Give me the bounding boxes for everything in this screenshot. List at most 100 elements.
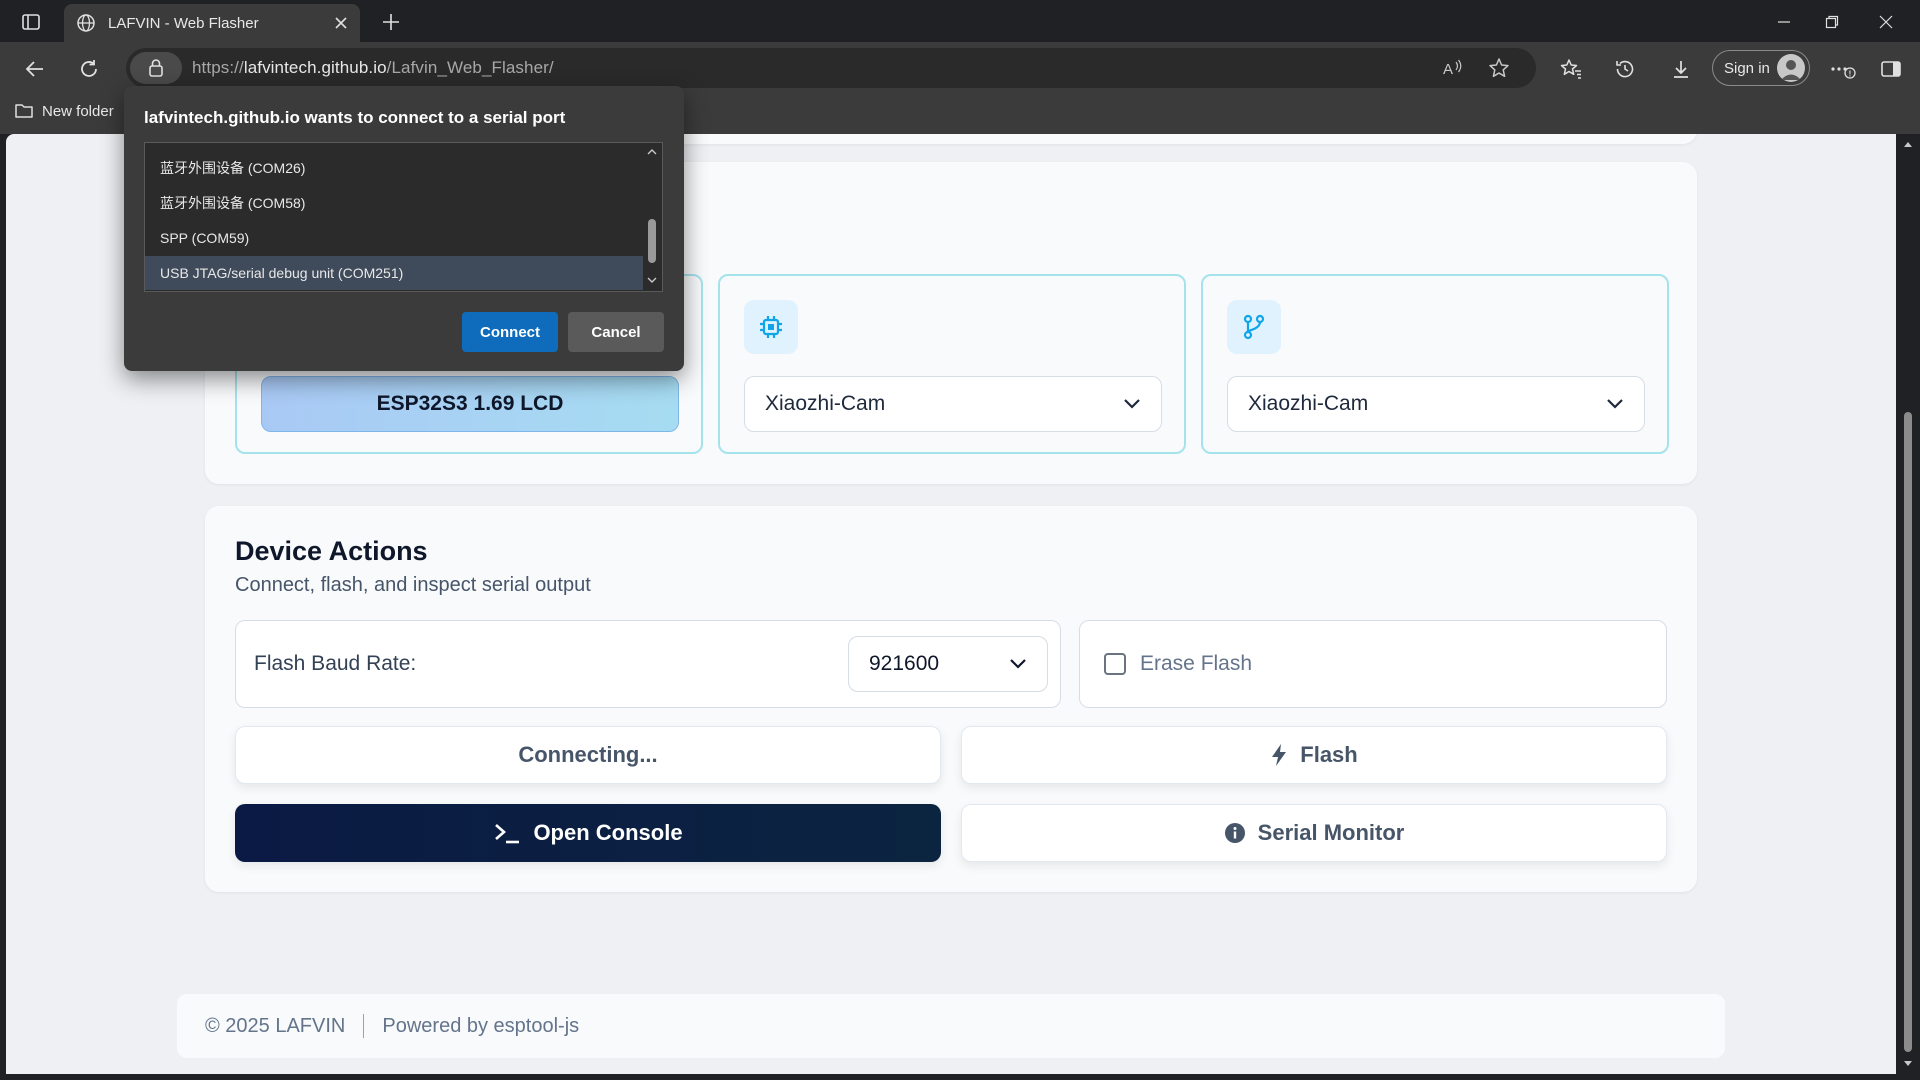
device-actions-card: Device Actions Connect, flash, and inspe… — [205, 506, 1697, 892]
branch-select-value: Xiaozhi-Cam — [1248, 392, 1369, 415]
close-window-button[interactable] — [1862, 6, 1910, 38]
port-list: 蓝牙外围设备 (COM26) 蓝牙外围设备 (COM58) SPP (COM59… — [144, 142, 663, 292]
more-icon: ! — [1831, 67, 1856, 79]
settings-more-button[interactable]: ! — [1826, 52, 1860, 86]
branch-icon-badge — [1227, 300, 1281, 354]
board-select-button[interactable]: ESP32S3 1.69 LCD — [261, 376, 679, 432]
baud-rate-box: Flash Baud Rate: 921600 — [235, 620, 1061, 708]
tab-bar: LAFVIN - Web Flasher — [0, 0, 1920, 42]
favorites-button[interactable] — [1554, 52, 1588, 86]
erase-flash-box[interactable]: Erase Flash — [1079, 620, 1667, 708]
sidebar-icon — [1881, 61, 1901, 77]
port-list-scroll-thumb[interactable] — [648, 219, 656, 263]
baud-rate-label: Flash Baud Rate: — [254, 652, 417, 675]
flash-button[interactable]: Flash — [961, 726, 1667, 784]
chevron-down-icon — [1010, 659, 1026, 669]
scroll-thumb[interactable] — [1904, 412, 1912, 1052]
scroll-up-icon[interactable] — [1903, 140, 1913, 148]
site-info-button[interactable] — [130, 52, 182, 84]
restore-button[interactable] — [1808, 6, 1856, 38]
close-icon — [1879, 15, 1893, 29]
serial-monitor-button[interactable]: Serial Monitor — [961, 804, 1667, 862]
bookmark-folder-label: New folder — [42, 102, 114, 120]
dialog-cancel-button[interactable]: Cancel — [568, 312, 664, 352]
footer-powered-by: Powered by esptool-js — [382, 1014, 580, 1037]
baud-rate-value: 921600 — [869, 652, 940, 675]
branch-select-box: Xiaozhi-Cam — [1201, 274, 1669, 454]
chip-select-dropdown[interactable]: Xiaozhi-Cam — [744, 376, 1162, 432]
footer-separator — [363, 1014, 365, 1038]
bookmark-folder[interactable]: New folder — [14, 102, 114, 120]
footer-copyright: © 2025 LAFVIN — [205, 1014, 346, 1037]
page-scrollbar[interactable] — [1896, 134, 1920, 1080]
lock-icon — [149, 59, 163, 77]
device-actions-title: Device Actions — [235, 536, 428, 566]
history-button[interactable] — [1608, 52, 1642, 86]
tab-actions-button[interactable] — [14, 9, 48, 35]
read-aloud-icon[interactable]: A — [1442, 58, 1464, 78]
flash-button-label: Flash — [1300, 742, 1358, 767]
tab-actions-icon — [22, 14, 40, 30]
favorites-icon — [1560, 59, 1581, 79]
device-actions-subtitle: Connect, flash, and inspect serial outpu… — [235, 574, 591, 596]
url-path: /Lafvin_Web_Flasher/ — [386, 58, 554, 77]
address-bar[interactable]: https://lafvintech.github.io/Lafvin_Web_… — [126, 48, 1536, 88]
minimize-icon — [1778, 21, 1790, 23]
sign-in-label: Sign in — [1724, 59, 1770, 77]
baud-rate-select[interactable]: 921600 — [848, 636, 1048, 692]
reload-icon — [81, 60, 97, 77]
minimize-button[interactable] — [1760, 6, 1808, 38]
chip-icon-badge — [744, 300, 798, 354]
connect-button-label: Connecting... — [518, 742, 658, 767]
back-button[interactable] — [18, 52, 52, 86]
chip-select-box: Xiaozhi-Cam — [718, 274, 1186, 454]
svg-text:A: A — [1443, 61, 1453, 78]
sign-in-button[interactable]: Sign in — [1712, 50, 1810, 86]
port-item-selected[interactable]: USB JTAG/serial debug unit (COM251) — [145, 256, 643, 290]
connect-button[interactable]: Connecting... — [235, 726, 941, 784]
history-icon — [1616, 60, 1634, 78]
erase-flash-label: Erase Flash — [1140, 652, 1253, 675]
chevron-up-icon[interactable] — [647, 148, 657, 155]
branch-select-dropdown[interactable]: Xiaozhi-Cam — [1227, 376, 1645, 432]
chevron-down-icon — [1124, 399, 1140, 409]
browser-tab[interactable]: LAFVIN - Web Flasher — [64, 4, 360, 42]
dialog-connect-button[interactable]: Connect — [462, 312, 558, 352]
tab-title: LAFVIN - Web Flasher — [108, 14, 259, 32]
user-icon — [1781, 60, 1801, 80]
arrow-left-icon — [25, 61, 43, 77]
port-item[interactable]: SPP (COM59) — [145, 221, 643, 255]
erase-flash-checkbox[interactable] — [1104, 653, 1126, 675]
chevron-down-icon — [1607, 399, 1623, 409]
sidebar-button[interactable] — [1874, 52, 1908, 86]
new-tab-button[interactable] — [376, 8, 406, 36]
port-list-scrollbar[interactable] — [642, 143, 662, 291]
open-console-label: Open Console — [533, 820, 683, 845]
page-footer: © 2025 LAFVIN Powered by esptool-js — [177, 994, 1725, 1058]
url-host: lafvintech.github.io — [243, 58, 387, 77]
globe-icon — [77, 14, 95, 32]
info-icon — [1224, 823, 1245, 843]
downloads-button[interactable] — [1664, 52, 1698, 86]
favorite-star-icon[interactable] — [1488, 57, 1510, 79]
restore-icon — [1825, 15, 1839, 29]
open-console-button[interactable]: Open Console — [235, 804, 941, 862]
chip-icon — [760, 316, 782, 338]
plus-icon — [383, 14, 399, 30]
download-icon — [1674, 61, 1688, 78]
reload-button[interactable] — [72, 52, 106, 86]
folder-icon — [15, 104, 33, 118]
url-text: https://lafvintech.github.io/Lafvin_Web_… — [192, 58, 554, 78]
chip-select-value: Xiaozhi-Cam — [765, 392, 886, 415]
svg-text:!: ! — [1849, 69, 1852, 78]
close-tab-icon[interactable] — [334, 16, 348, 30]
port-item[interactable]: 蓝牙外围设备 (COM58) — [145, 186, 643, 220]
chevron-down-icon[interactable] — [647, 277, 657, 284]
serial-port-dialog: lafvintech.github.io wants to connect to… — [124, 86, 684, 371]
bolt-icon — [1272, 744, 1287, 766]
dialog-title: lafvintech.github.io wants to connect to… — [144, 108, 566, 127]
terminal-icon — [495, 824, 520, 844]
git-branch-icon — [1243, 314, 1265, 340]
port-item[interactable]: 蓝牙外围设备 (COM26) — [145, 151, 643, 185]
scroll-down-icon[interactable] — [1903, 1060, 1913, 1068]
